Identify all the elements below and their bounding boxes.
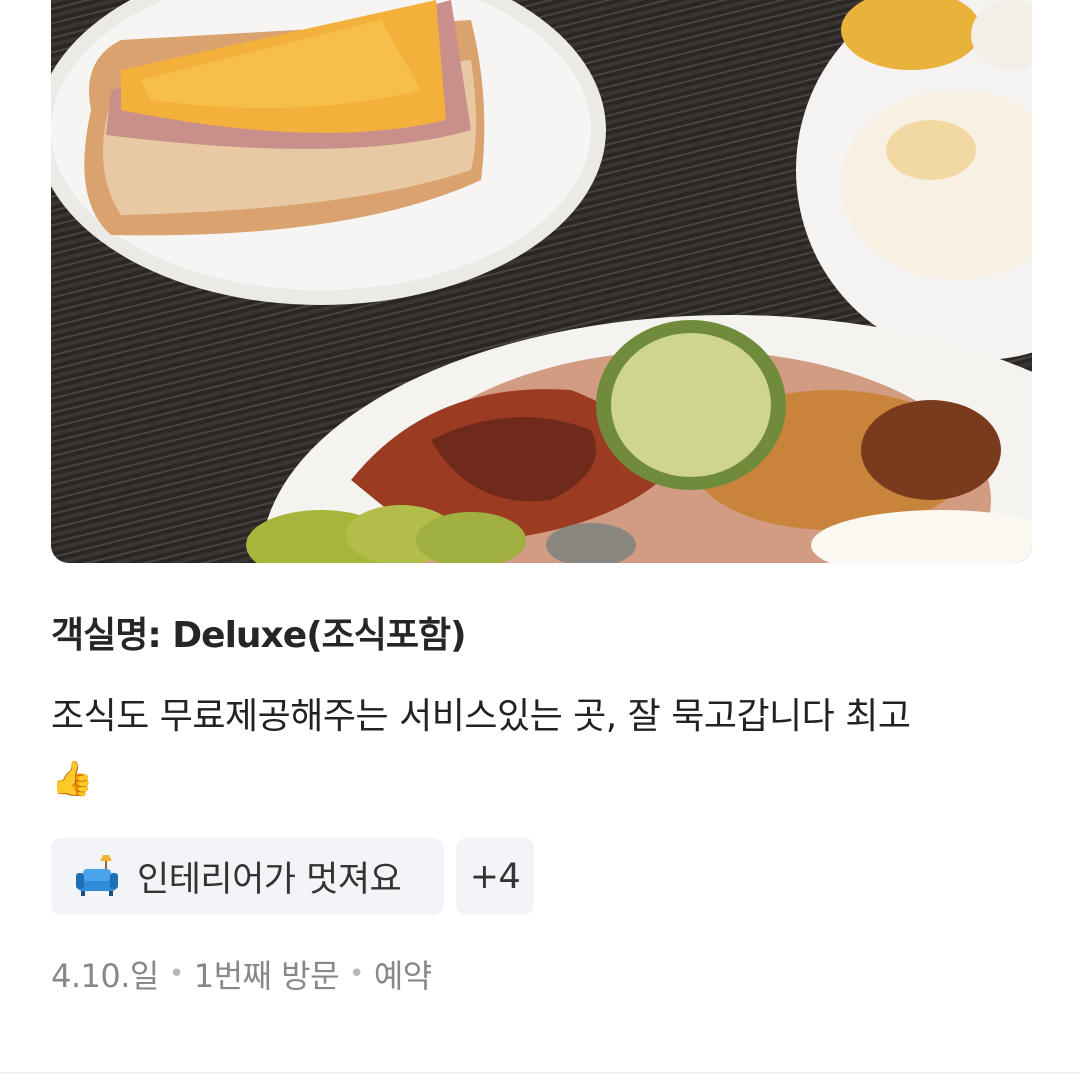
more-tags-label: +4: [469, 856, 521, 897]
separator-dot: •: [349, 959, 364, 989]
breakfast-photo-image: [51, 0, 1032, 563]
visit-date: 4.10.일: [51, 957, 159, 995]
sofa-icon: [76, 854, 118, 896]
thumbs-up-icon: 👍: [51, 759, 93, 799]
review-meta: 4.10.일 • 1번째 방문 • 예약: [51, 951, 432, 997]
review-text: 조식도 무료제공해주는 서비스있는 곳, 잘 묵고갑니다 최고 👍: [51, 686, 1031, 810]
section-divider: [0, 1072, 1080, 1074]
review-photo[interactable]: [51, 0, 1032, 563]
room-name: 객실명: Deluxe(조식포함): [51, 615, 467, 656]
visit-type: 예약: [373, 957, 432, 995]
review-body: 조식도 무료제공해주는 서비스있는 곳, 잘 묵고갑니다 최고: [51, 696, 911, 737]
visit-count: 1번째 방문: [193, 957, 340, 995]
separator-dot: •: [168, 959, 184, 989]
review-tag-label: 인테리어가 멋져요: [137, 860, 402, 900]
review-tag-interior[interactable]: 인테리어가 멋져요: [51, 838, 444, 915]
more-tags-button[interactable]: +4: [456, 838, 534, 915]
